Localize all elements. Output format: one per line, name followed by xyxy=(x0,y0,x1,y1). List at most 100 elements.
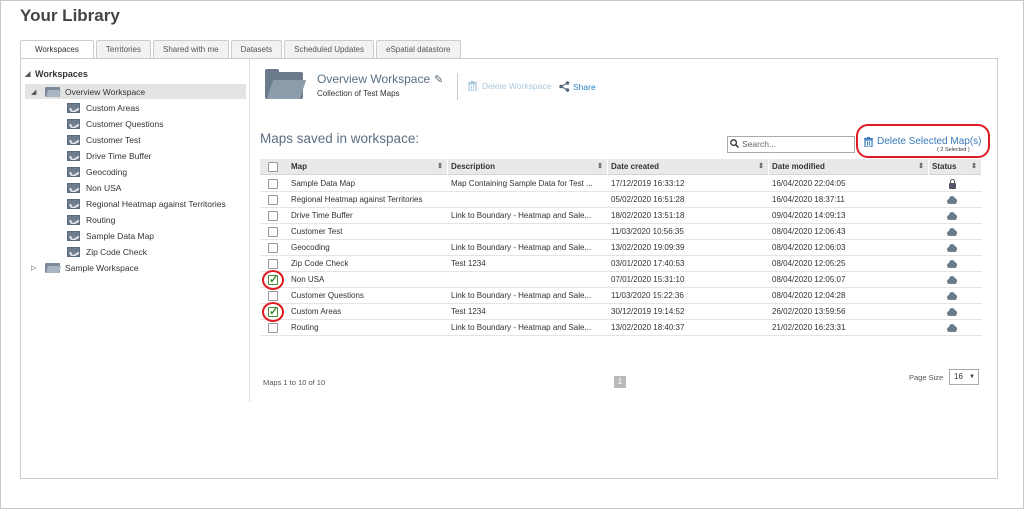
cloud-icon xyxy=(947,259,957,269)
cell-date-created: 13/02/2020 19:09:39 xyxy=(611,243,685,252)
expanded-triangle-icon[interactable]: ◢ xyxy=(31,88,41,96)
tree-map-label: Sample Data Map xyxy=(86,231,155,241)
cloud-icon xyxy=(947,275,957,285)
cell-date-modified: 08/04/2020 12:06:03 xyxy=(772,243,846,252)
tree-map-item[interactable]: Drive Time Buffer xyxy=(67,148,152,164)
tab-territories[interactable]: Territories xyxy=(95,40,151,59)
table-header: Map ⇕ Description ⇕ Date created ⇕ Date mod… xyxy=(260,159,982,175)
cell-date-created: 03/01/2020 17:40:53 xyxy=(611,259,685,268)
map-icon xyxy=(67,151,80,161)
row-checkbox[interactable] xyxy=(268,305,278,318)
cell-map: Customer Questions xyxy=(291,291,364,300)
search-input[interactable]: Search... xyxy=(727,136,855,153)
pencil-icon[interactable]: ✎ xyxy=(434,73,443,86)
cell-date-created: 17/12/2019 16:33:12 xyxy=(611,179,685,188)
table-row[interactable]: Customer Test 11/03/2020 10:56:35 08/04/20… xyxy=(260,224,982,240)
row-checkbox[interactable] xyxy=(268,323,278,333)
row-checkbox[interactable] xyxy=(268,291,278,301)
select-all-checkbox[interactable] xyxy=(268,162,278,172)
page-size-select[interactable]: 16 ▼ xyxy=(949,369,979,385)
page-size-value: 16 xyxy=(954,372,963,381)
tree-map-label: Non USA xyxy=(86,183,122,193)
cell-date-modified: 08/04/2020 12:06:43 xyxy=(772,227,846,236)
table-row[interactable]: Drive Time Buffer Link to Boundary - Heat… xyxy=(260,208,982,224)
delete-selected-label: Delete Selected Map(s) xyxy=(877,136,982,147)
tab-shared-with-me[interactable]: Shared with me xyxy=(153,40,229,59)
cell-description: Test 1234 xyxy=(451,307,486,316)
cell-map: Non USA xyxy=(291,275,325,284)
table-row[interactable]: Customer Questions Link to Boundary - Hea… xyxy=(260,288,982,304)
delete-selected-button[interactable]: Delete Selected Map(s) xyxy=(864,136,982,147)
cell-description xyxy=(448,192,606,208)
tree-map-item[interactable]: Non USA xyxy=(67,180,121,196)
tree-map-item[interactable]: Geocoding xyxy=(67,164,127,180)
cloud-icon xyxy=(947,307,957,317)
workspace-name[interactable]: Overview Workspace ✎ xyxy=(317,72,443,86)
tree-map-item[interactable]: Customer Questions xyxy=(67,116,163,132)
expanded-triangle-icon: ◢ xyxy=(25,71,31,78)
tab-workspaces[interactable]: Workspaces xyxy=(20,40,94,60)
table-row[interactable]: Sample Data Map Map Containing Sample Dat… xyxy=(260,176,982,192)
tree-map-item[interactable]: Custom Areas xyxy=(67,100,139,116)
cell-description: Test 1234 xyxy=(451,259,486,268)
cell-date-created: 30/12/2019 19:14:52 xyxy=(611,307,685,316)
tree-root[interactable]: ◢ Workspaces xyxy=(25,69,88,79)
share-label: Share xyxy=(573,81,596,92)
row-checkbox[interactable] xyxy=(268,211,278,221)
sort-icon: ⇕ xyxy=(437,163,443,170)
cell-map: Drive Time Buffer xyxy=(291,211,353,220)
row-checkbox[interactable] xyxy=(268,195,278,205)
tree-workspace-item[interactable]: ◢ Overview Workspace xyxy=(25,84,246,99)
share-button[interactable]: Share xyxy=(559,81,596,92)
tree-map-label: Routing xyxy=(86,215,116,225)
column-header-description[interactable]: Description ⇕ xyxy=(448,159,608,175)
table-row[interactable]: Zip Code Check Test 1234 03/01/2020 17:40:… xyxy=(260,256,982,272)
table-row[interactable]: Custom Areas Test 1234 30/12/2019 19:14:52… xyxy=(260,304,982,320)
row-checkbox[interactable] xyxy=(268,227,278,237)
workspace-name-text: Overview Workspace xyxy=(317,72,431,86)
tab-espatial-datastore[interactable]: eSpatial datastore xyxy=(376,40,461,59)
workspace-tree: ◢ Workspaces ◢ Overview Workspace Custom A… xyxy=(21,59,250,402)
cloud-icon xyxy=(947,243,957,253)
row-checkbox[interactable] xyxy=(268,259,278,269)
table-row[interactable]: Routing Link to Boundary - Heatmap and Sa… xyxy=(260,320,982,336)
cloud-icon xyxy=(947,323,957,333)
table-row[interactable]: Non USA 07/01/2020 15:31:10 08/04/2020 12:… xyxy=(260,272,982,288)
row-checkbox[interactable] xyxy=(268,179,278,189)
tree-map-item[interactable]: Zip Code Check xyxy=(67,244,147,260)
tab-datasets[interactable]: Datasets xyxy=(230,40,283,59)
page-size-label: Page Size xyxy=(909,373,944,382)
tree-map-label: Regional Heatmap against Territories xyxy=(86,199,226,209)
row-checkbox[interactable] xyxy=(268,273,278,286)
column-header-status[interactable]: Status ⇕ xyxy=(929,159,982,175)
cloud-icon xyxy=(947,291,957,301)
chevron-down-icon: ▼ xyxy=(969,374,975,380)
cell-date-created: 05/02/2020 16:51:28 xyxy=(611,195,685,204)
collapsed-triangle-icon[interactable]: ▷ xyxy=(31,264,41,272)
map-icon xyxy=(67,215,80,225)
cloud-icon xyxy=(947,211,957,221)
column-header-date-modified[interactable]: Date modified ⇕ xyxy=(769,159,929,175)
cell-date-created: 13/02/2020 18:40:37 xyxy=(611,323,685,332)
map-icon xyxy=(67,199,80,209)
tree-map-item[interactable]: Regional Heatmap against Territories xyxy=(67,196,226,212)
row-checkbox[interactable] xyxy=(268,243,278,253)
column-header-date-created[interactable]: Date created ⇕ xyxy=(608,159,769,175)
column-header-map[interactable]: Map ⇕ xyxy=(288,159,448,175)
tree-map-item[interactable]: Sample Data Map xyxy=(67,228,154,244)
tree-map-item[interactable]: Customer Test xyxy=(67,132,141,148)
cell-date-created: 18/02/2020 13:51:18 xyxy=(611,211,685,220)
tree-map-item[interactable]: Routing xyxy=(67,212,115,228)
pager-summary: Maps 1 to 10 of 10 xyxy=(263,378,326,387)
map-icon xyxy=(67,167,80,177)
table-row[interactable]: Regional Heatmap against Territories 05/0… xyxy=(260,192,982,208)
tree-workspace-item[interactable]: ▷ Sample Workspace xyxy=(25,260,246,275)
tab-scheduled-updates[interactable]: Scheduled Updates xyxy=(284,40,374,59)
table-row[interactable]: Geocoding Link to Boundary - Heatmap and … xyxy=(260,240,982,256)
cell-map: Custom Areas xyxy=(291,307,342,316)
page-button[interactable]: 1 xyxy=(614,376,626,388)
map-icon xyxy=(67,231,80,241)
delete-workspace-button[interactable]: Delete Workspace xyxy=(468,81,551,91)
selected-count: ( 2 Selected ) xyxy=(937,147,970,153)
trash-icon xyxy=(864,136,873,147)
